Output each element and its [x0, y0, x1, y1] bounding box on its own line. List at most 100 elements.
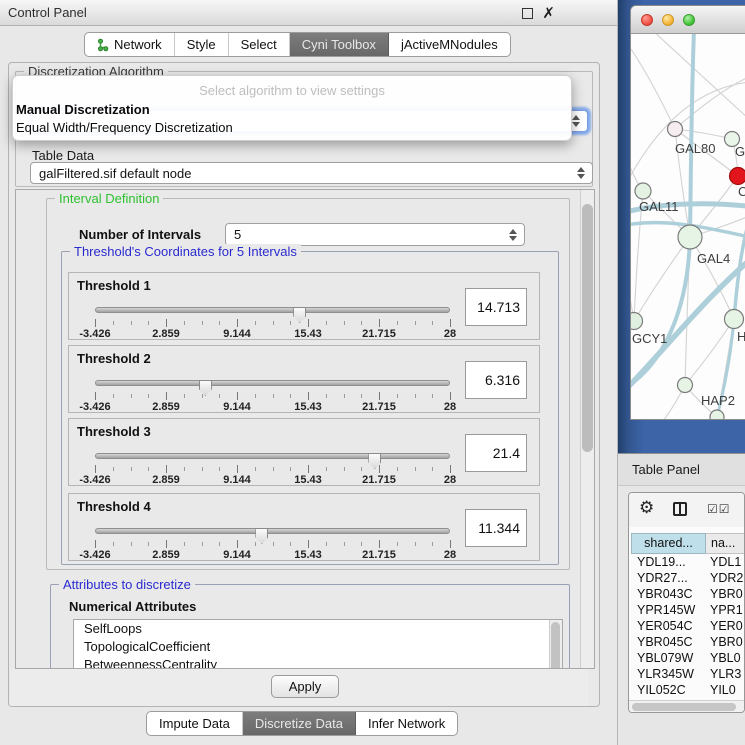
table-cell-shared-name[interactable]: YDR27... [631, 570, 706, 586]
threshold-4-label: Threshold 4 [77, 499, 151, 514]
network-node-selected-red[interactable] [730, 168, 745, 185]
column-header-name[interactable]: na... [706, 533, 745, 554]
tab-jactivemnodules[interactable]: jActiveMNodules [389, 33, 510, 56]
threshold-2-value-field[interactable]: 6.316 [465, 361, 527, 399]
node-label-gal4: GAL4 [697, 251, 730, 266]
close-icon[interactable]: ✗ [542, 4, 555, 22]
table-cell-shared-name[interactable]: YDL19... [631, 554, 706, 570]
tick-label: 21.715 [362, 328, 396, 340]
network-node-gal11[interactable] [635, 183, 651, 199]
attribute-item[interactable]: TopologicalCoefficient [74, 638, 562, 656]
table-horizontal-scrollbar[interactable] [629, 700, 744, 712]
table-row[interactable]: YLR345WYLR3 [631, 666, 745, 682]
network-node-gcy1[interactable] [631, 313, 643, 330]
number-of-intervals-spinner[interactable]: 5 [225, 223, 525, 246]
network-node-gal4[interactable] [678, 225, 702, 249]
attribute-item[interactable]: SelfLoops [74, 620, 562, 638]
scrollbar-thumb[interactable] [632, 703, 736, 711]
table-cell-name[interactable]: YPR1 [706, 602, 745, 618]
table-cell-shared-name[interactable]: YBL079W [631, 650, 706, 666]
node-label-gcy1: GCY1 [632, 331, 667, 346]
tab-discretize-data[interactable]: Discretize Data [243, 712, 356, 735]
threshold-1-value-field[interactable]: 14.713 [465, 288, 527, 326]
network-node-hap2[interactable] [678, 378, 693, 393]
panel-title: Control Panel [8, 0, 87, 26]
table-cell-shared-name[interactable]: YLR345W [631, 666, 706, 682]
threshold-coordinates-group: Threshold's Coordinates for 5 Intervals … [61, 251, 559, 565]
table-cell-shared-name[interactable]: YBR045C [631, 634, 706, 650]
table-row[interactable]: YBL079WYBL0 [631, 650, 745, 666]
float-window-icon[interactable] [522, 8, 533, 19]
table-row[interactable]: YIL052CYIL0 [631, 682, 745, 698]
slider-track[interactable] [95, 307, 450, 313]
threshold-2-label: Threshold 2 [77, 351, 151, 366]
threshold-2-slider[interactable]: -3.4262.8599.14415.4321.71528 [91, 376, 449, 412]
combo-arrows-icon[interactable] [577, 167, 585, 179]
table-cell-name[interactable]: YLR3 [706, 666, 745, 682]
table-cell-name[interactable]: YBL0 [706, 650, 745, 666]
window-close-icon[interactable] [641, 14, 653, 26]
threshold-3-slider[interactable]: -3.4262.8599.14415.4321.71528 [91, 449, 449, 485]
scrollbar-thumb[interactable] [551, 622, 560, 669]
split-view-icon[interactable] [673, 502, 687, 516]
attributes-group-label: Attributes to discretize [59, 577, 195, 592]
table-cell-shared-name[interactable]: YIL052C [631, 682, 706, 698]
tab-network[interactable]: Network [85, 33, 175, 56]
dropdown-option-equal-width-frequency[interactable]: Equal Width/Frequency Discretization [16, 120, 233, 135]
node-label-partial-c: C [738, 184, 745, 199]
tab-infer-network[interactable]: Infer Network [356, 712, 457, 735]
spinner-arrows-icon[interactable] [509, 229, 517, 241]
table-cell-shared-name[interactable]: YBR043C [631, 586, 706, 602]
table-row[interactable]: YER054CYER0 [631, 618, 745, 634]
attributes-list-scrollbar[interactable] [549, 620, 562, 669]
slider-track[interactable] [95, 380, 450, 386]
table-row[interactable]: YDL19...YDL1 [631, 554, 745, 570]
network-node-gal80[interactable] [668, 122, 683, 137]
table-cell-name[interactable]: YER0 [706, 618, 745, 634]
window-zoom-icon[interactable] [683, 14, 695, 26]
table-cell-shared-name[interactable]: YER054C [631, 618, 706, 634]
table-row[interactable]: YDR27...YDR2 [631, 570, 745, 586]
slider-track[interactable] [95, 528, 450, 534]
tab-cyni-toolbox[interactable]: Cyni Toolbox [290, 33, 389, 56]
threshold-4-slider[interactable]: -3.4262.8599.14415.4321.71528 [91, 524, 449, 560]
table-cell-name[interactable]: YBR0 [706, 634, 745, 650]
threshold-4-value-field[interactable]: 11.344 [465, 509, 527, 547]
column-header-shared-name[interactable]: shared... [631, 533, 706, 554]
network-node[interactable] [725, 310, 744, 329]
tick-label: -3.426 [79, 549, 110, 561]
select-columns-icons[interactable]: ☑☑ [707, 502, 731, 516]
combo-arrows-icon[interactable] [572, 115, 580, 127]
apply-button[interactable]: Apply [271, 675, 339, 698]
tab-style[interactable]: Style [175, 33, 229, 56]
node-label-partial-h: H [737, 329, 745, 344]
settings-vertical-scrollbar[interactable] [580, 190, 594, 668]
dropdown-option-manual-discretization[interactable]: Manual Discretization [16, 102, 150, 117]
table-data-combobox[interactable]: galFiltered.sif default node [30, 162, 593, 184]
table-cell-name[interactable]: YBR0 [706, 586, 745, 602]
threshold-1-slider[interactable]: -3.4262.8599.14415.4321.71528 [91, 303, 449, 339]
table-cell-name[interactable]: YIL0 [706, 682, 745, 698]
tick-label: 2.859 [152, 328, 180, 340]
tick-label: 2.859 [152, 549, 180, 561]
tick-label: -3.426 [79, 328, 110, 340]
tab-impute-data[interactable]: Impute Data [147, 712, 243, 735]
tab-impute-data-label: Impute Data [159, 716, 230, 731]
gear-icon[interactable]: ⚙ [639, 498, 654, 518]
threshold-3-value-field[interactable]: 21.4 [465, 434, 527, 472]
table-row[interactable]: YBR043CYBR0 [631, 586, 745, 602]
table-row[interactable]: YPR145WYPR1 [631, 602, 745, 618]
network-node[interactable] [710, 410, 724, 420]
table-cell-name[interactable]: YDL1 [706, 554, 745, 570]
table-cell-shared-name[interactable]: YPR145W [631, 602, 706, 618]
numerical-attributes-list[interactable]: SelfLoopsTopologicalCoefficientBetweenne… [73, 619, 563, 669]
scrollbar-thumb[interactable] [582, 204, 593, 452]
window-minimize-icon[interactable] [662, 14, 674, 26]
table-row[interactable]: YBR045CYBR0 [631, 634, 745, 650]
tab-select[interactable]: Select [229, 33, 290, 56]
network-canvas[interactable]: GAL80 G C GAL11 GAL4 GCY1 H HAP2 [631, 34, 745, 420]
slider-track[interactable] [95, 453, 450, 459]
tab-cyni-toolbox-label: Cyni Toolbox [302, 37, 376, 52]
attribute-item[interactable]: BetweennessCentrality [74, 656, 562, 669]
table-cell-name[interactable]: YDR2 [706, 570, 745, 586]
